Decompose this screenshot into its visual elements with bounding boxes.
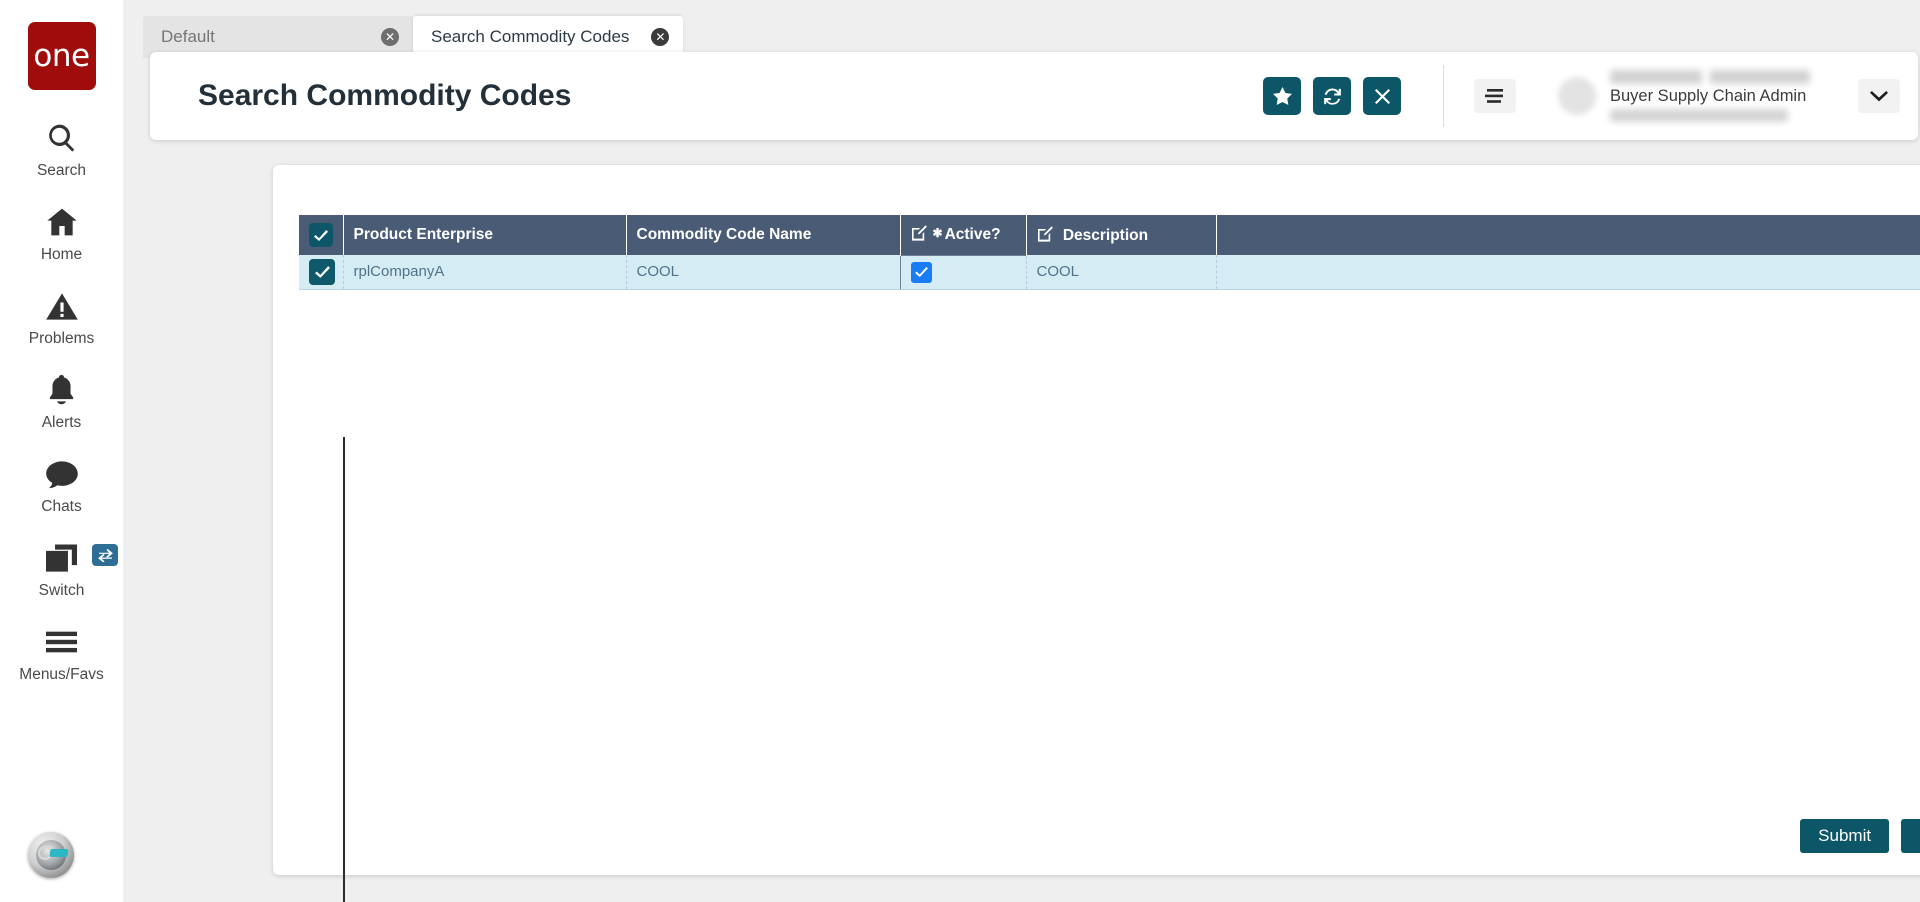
column-header-description[interactable]: Description [1026, 215, 1217, 255]
check-icon[interactable] [309, 258, 335, 285]
assistant-visor-icon [49, 849, 69, 857]
avatar [1558, 77, 1596, 115]
page-header-card: Search Commodity Codes Buyer Supply Chai… [150, 52, 1918, 140]
sidebar-item-search[interactable]: Search [0, 118, 123, 202]
bell-icon [47, 370, 76, 410]
submit-button[interactable]: Submit [1800, 819, 1890, 853]
user-name [1610, 70, 1810, 85]
column-label: Commodity Code Name [636, 226, 812, 243]
warning-triangle-icon [45, 286, 78, 326]
cell-commodity-code-name[interactable]: COOL [626, 255, 901, 290]
required-indicator: ✱ [932, 226, 943, 241]
user-profile[interactable]: Buyer Supply Chain Admin [1558, 70, 1810, 122]
tab-label: Default [161, 27, 215, 46]
hamburger-icon [46, 622, 77, 662]
column-header-commodity-code-name[interactable]: Commodity Code Name [626, 215, 901, 255]
cell-product-enterprise[interactable]: rplCompanyA [343, 255, 627, 290]
sidebar-item-home[interactable]: Home [0, 202, 123, 286]
refresh-button[interactable] [1313, 77, 1351, 115]
sidebar-item-switch[interactable]: Switch [0, 538, 123, 622]
column-label: Active? [944, 226, 1001, 244]
table-row[interactable]: rplCompanyA COOL COOL [299, 254, 1920, 290]
search-icon [46, 118, 78, 158]
home-icon [46, 202, 78, 242]
switch-windows-icon [46, 538, 77, 578]
sidebar-item-label: Menus/Favs [19, 666, 104, 683]
cell-description[interactable]: COOL [1026, 255, 1217, 290]
close-button[interactable] [1363, 77, 1401, 115]
cancel-button[interactable]: Cancel [1901, 819, 1920, 853]
ai-assistant-avatar[interactable] [28, 832, 74, 878]
chevron-down-icon[interactable] [1858, 79, 1900, 113]
sidebar-nav: Search Home Problems Alerts Chats Switch… [0, 118, 123, 706]
sidebar-item-chats[interactable]: Chats [0, 454, 123, 538]
cell-active[interactable] [899, 254, 1027, 290]
sidebar-item-menus-favs[interactable]: Menus/Favs [0, 622, 123, 706]
grid-vertical-rule [343, 437, 345, 902]
column-label: Product Enterprise [353, 226, 494, 243]
column-header-filler [1216, 215, 1920, 255]
cell-filler [1216, 255, 1920, 290]
x-icon [1374, 88, 1390, 104]
active-checkbox[interactable] [910, 261, 932, 283]
main-area: Default ✕ Search Commodity Codes ✕ Searc… [123, 0, 1920, 902]
sidebar-item-problems[interactable]: Problems [0, 286, 123, 370]
one-network-logo[interactable]: one [27, 22, 96, 90]
edit-pencil-icon [1037, 225, 1053, 242]
application-root: one Search Home Problems Alerts Chats Sw… [0, 0, 1920, 902]
results-table: Product Enterprise Commodity Code Name ✱… [299, 215, 1920, 290]
edit-pencil-icon [911, 225, 927, 241]
column-header-active[interactable]: ✱ Active? [900, 215, 1027, 255]
form-footer: Submit Cancel [1800, 819, 1920, 853]
user-organization [1610, 108, 1788, 122]
table-body: rplCompanyA COOL COOL [299, 254, 1920, 290]
assistant-head-icon [36, 840, 69, 870]
sidebar-item-label: Problems [28, 330, 95, 347]
favorite-button[interactable] [1263, 77, 1301, 115]
tab-label: Search Commodity Codes [431, 27, 630, 46]
sidebar-item-label: Home [40, 246, 83, 263]
select-all-header[interactable] [299, 215, 344, 255]
list-menu-icon[interactable] [1474, 79, 1516, 113]
column-header-product-enterprise[interactable]: Product Enterprise [343, 215, 627, 255]
user-role: Buyer Supply Chain Admin [1610, 87, 1807, 106]
sidebar-item-label: Search [36, 162, 87, 179]
row-select-cell[interactable] [299, 255, 344, 290]
sidebar-item-label: Alerts [41, 414, 82, 431]
sidebar-item-label: Switch [38, 582, 85, 599]
user-text: Buyer Supply Chain Admin [1610, 70, 1810, 122]
swap-arrows-icon[interactable] [92, 544, 118, 566]
left-sidebar: one Search Home Problems Alerts Chats Sw… [0, 0, 123, 902]
chat-bubble-icon [45, 454, 78, 494]
header-divider [1443, 65, 1444, 127]
sidebar-item-label: Chats [41, 498, 82, 515]
header-actions: Buyer Supply Chain Admin [1251, 52, 1918, 140]
close-circle-icon[interactable]: ✕ [651, 28, 670, 46]
refresh-icon [1323, 87, 1342, 106]
column-label: Description [1062, 226, 1149, 244]
table-header: Product Enterprise Commodity Code Name ✱… [299, 215, 1920, 255]
close-circle-icon[interactable]: ✕ [381, 28, 399, 46]
tab-strip: Default ✕ Search Commodity Codes ✕ [123, 0, 1920, 58]
content-card: Product Enterprise Commodity Code Name ✱… [273, 165, 1920, 902]
commodity-codes-grid: Product Enterprise Commodity Code Name ✱… [299, 215, 1920, 290]
table-header-row: Product Enterprise Commodity Code Name ✱… [299, 215, 1920, 255]
sidebar-item-alerts[interactable]: Alerts [0, 370, 123, 454]
check-icon[interactable] [309, 223, 333, 247]
logo-text: one [33, 38, 90, 74]
page-title: Search Commodity Codes [198, 79, 572, 112]
star-icon [1272, 87, 1292, 105]
